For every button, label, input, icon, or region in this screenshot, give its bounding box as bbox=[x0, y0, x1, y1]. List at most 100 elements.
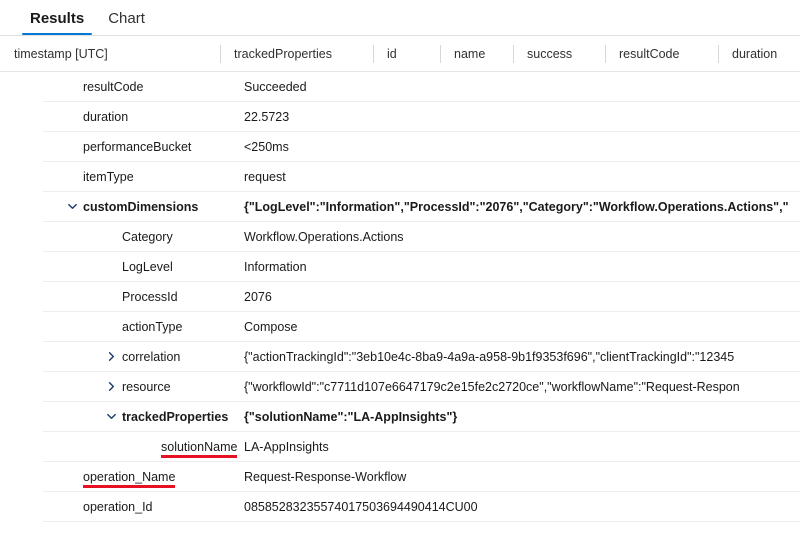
row-value: Succeeded bbox=[244, 79, 307, 94]
table-row[interactable]: operation_Id 0858528323557401750369449041… bbox=[0, 492, 800, 522]
row-value: Workflow.Operations.Actions bbox=[244, 229, 404, 244]
row-gutter bbox=[0, 462, 43, 492]
chevron-down-icon[interactable] bbox=[61, 201, 83, 212]
table-row[interactable]: Category Workflow.Operations.Actions bbox=[0, 222, 800, 252]
row-key-cell: ProcessId bbox=[43, 290, 244, 304]
row-key-cell: itemType bbox=[43, 170, 244, 184]
row-body: solutionName LA-AppInsights bbox=[43, 432, 800, 462]
table-row[interactable]: operation_Name Request-Response-Workflow bbox=[0, 462, 800, 492]
table-row[interactable]: resource {"workflowId":"c7711d107e6647179… bbox=[0, 372, 800, 402]
table-row[interactable]: trackedProperties {"solutionName":"LA-App… bbox=[0, 402, 800, 432]
row-value: Information bbox=[244, 259, 307, 274]
row-value: {"actionTrackingId":"3eb10e4c-8ba9-4a9a-… bbox=[244, 349, 735, 364]
row-body: actionType Compose bbox=[43, 312, 800, 342]
table-row[interactable]: performanceBucket <250ms bbox=[0, 132, 800, 162]
row-body: performanceBucket <250ms bbox=[43, 132, 800, 162]
table-row[interactable]: duration 22.5723 bbox=[0, 102, 800, 132]
column-header-success[interactable]: success bbox=[513, 44, 605, 64]
row-key-cell: resultCode bbox=[43, 80, 244, 94]
row-key-label: LogLevel bbox=[122, 259, 173, 274]
row-value: {"workflowId":"c7711d107e6647179c2e15fe2… bbox=[244, 379, 740, 394]
column-header-resultcode[interactable]: resultCode bbox=[605, 44, 718, 64]
row-gutter bbox=[0, 132, 43, 162]
row-key-label: solutionName bbox=[161, 439, 238, 458]
row-gutter bbox=[0, 252, 43, 282]
row-gutter bbox=[0, 162, 43, 192]
column-header-row: timestamp [UTC] trackedProperties id name su… bbox=[0, 36, 800, 72]
row-key-cell: duration bbox=[43, 110, 244, 124]
column-header-timestamp-utc[interactable]: timestamp [UTC] bbox=[0, 44, 220, 64]
row-body: duration 22.5723 bbox=[43, 102, 800, 132]
row-key-label: customDimensions bbox=[83, 199, 199, 214]
row-key-label: Category bbox=[122, 229, 173, 244]
property-grid: resultCode Succeeded duration 22.5723 perfor… bbox=[0, 72, 800, 522]
row-value: {"LogLevel":"Information","ProcessId":"2… bbox=[244, 199, 789, 214]
table-row[interactable]: LogLevel Information bbox=[0, 252, 800, 282]
table-row[interactable]: resultCode Succeeded bbox=[0, 72, 800, 102]
row-key-label: resultCode bbox=[83, 79, 144, 94]
row-body: LogLevel Information bbox=[43, 252, 800, 282]
row-value: <250ms bbox=[244, 139, 289, 154]
row-gutter bbox=[0, 402, 43, 432]
tab-bar: Results Chart bbox=[0, 0, 800, 36]
row-body: operation_Name Request-Response-Workflow bbox=[43, 462, 800, 492]
row-key-label: actionType bbox=[122, 319, 183, 334]
chevron-right-icon[interactable] bbox=[100, 351, 122, 362]
row-gutter bbox=[0, 372, 43, 402]
row-gutter bbox=[0, 102, 43, 132]
row-value: 08585283235574017503694490414CU00 bbox=[244, 499, 478, 514]
row-key-cell: trackedProperties bbox=[43, 410, 244, 424]
table-row[interactable]: ProcessId 2076 bbox=[0, 282, 800, 312]
row-value: 22.5723 bbox=[244, 109, 290, 124]
row-gutter bbox=[0, 492, 43, 522]
row-value: Compose bbox=[244, 319, 298, 334]
row-body: trackedProperties {"solutionName":"LA-App… bbox=[43, 402, 800, 432]
row-gutter bbox=[0, 72, 43, 102]
row-key-cell: actionType bbox=[43, 320, 244, 334]
row-gutter bbox=[0, 432, 43, 462]
row-body: correlation {"actionTrackingId":"3eb10e4c… bbox=[43, 342, 800, 372]
row-key-label: trackedProperties bbox=[122, 409, 229, 424]
row-key-label: ProcessId bbox=[122, 289, 178, 304]
row-value: 2076 bbox=[244, 289, 272, 304]
row-key-cell: customDimensions bbox=[43, 200, 244, 214]
row-body: Category Workflow.Operations.Actions bbox=[43, 222, 800, 252]
row-key-cell: operation_Name bbox=[43, 469, 244, 488]
row-key-cell: performanceBucket bbox=[43, 140, 244, 154]
row-body: itemType request bbox=[43, 162, 800, 192]
column-header-duration[interactable]: duration bbox=[718, 44, 800, 64]
row-value: {"solutionName":"LA-AppInsights"} bbox=[244, 409, 458, 424]
table-row[interactable]: correlation {"actionTrackingId":"3eb10e4c… bbox=[0, 342, 800, 372]
row-key-label: operation_Name bbox=[83, 469, 176, 488]
row-value: Request-Response-Workflow bbox=[244, 469, 407, 484]
row-value: request bbox=[244, 169, 286, 184]
row-key-cell: correlation bbox=[43, 350, 244, 364]
row-key-label: resource bbox=[122, 379, 171, 394]
column-header-name[interactable]: name bbox=[440, 44, 513, 64]
row-gutter bbox=[0, 282, 43, 312]
row-body: customDimensions {"LogLevel":"Information… bbox=[43, 192, 800, 222]
chevron-down-icon[interactable] bbox=[100, 411, 122, 422]
row-body: resource {"workflowId":"c7711d107e6647179… bbox=[43, 372, 800, 402]
row-key-label: duration bbox=[83, 109, 129, 124]
table-row[interactable]: actionType Compose bbox=[0, 312, 800, 342]
row-value: LA-AppInsights bbox=[244, 439, 329, 454]
row-gutter bbox=[0, 222, 43, 252]
column-header-id[interactable]: id bbox=[373, 44, 440, 64]
row-body: resultCode Succeeded bbox=[43, 72, 800, 102]
chevron-right-icon[interactable] bbox=[100, 381, 122, 392]
row-key-cell: resource bbox=[43, 380, 244, 394]
tab-chart[interactable]: Chart bbox=[96, 11, 157, 35]
table-row[interactable]: itemType request bbox=[0, 162, 800, 192]
tab-results[interactable]: Results bbox=[18, 11, 96, 35]
row-key-label: itemType bbox=[83, 169, 134, 184]
row-body: ProcessId 2076 bbox=[43, 282, 800, 312]
row-gutter bbox=[0, 312, 43, 342]
row-gutter bbox=[0, 342, 43, 372]
results-panel: Results Chart timestamp [UTC] trackedPrope… bbox=[0, 0, 800, 560]
table-row[interactable]: customDimensions {"LogLevel":"Information… bbox=[0, 192, 800, 222]
row-key-cell: LogLevel bbox=[43, 260, 244, 274]
column-header-trackedproperties[interactable]: trackedProperties bbox=[220, 44, 373, 64]
row-gutter bbox=[0, 192, 43, 222]
table-row[interactable]: solutionName LA-AppInsights bbox=[0, 432, 800, 462]
